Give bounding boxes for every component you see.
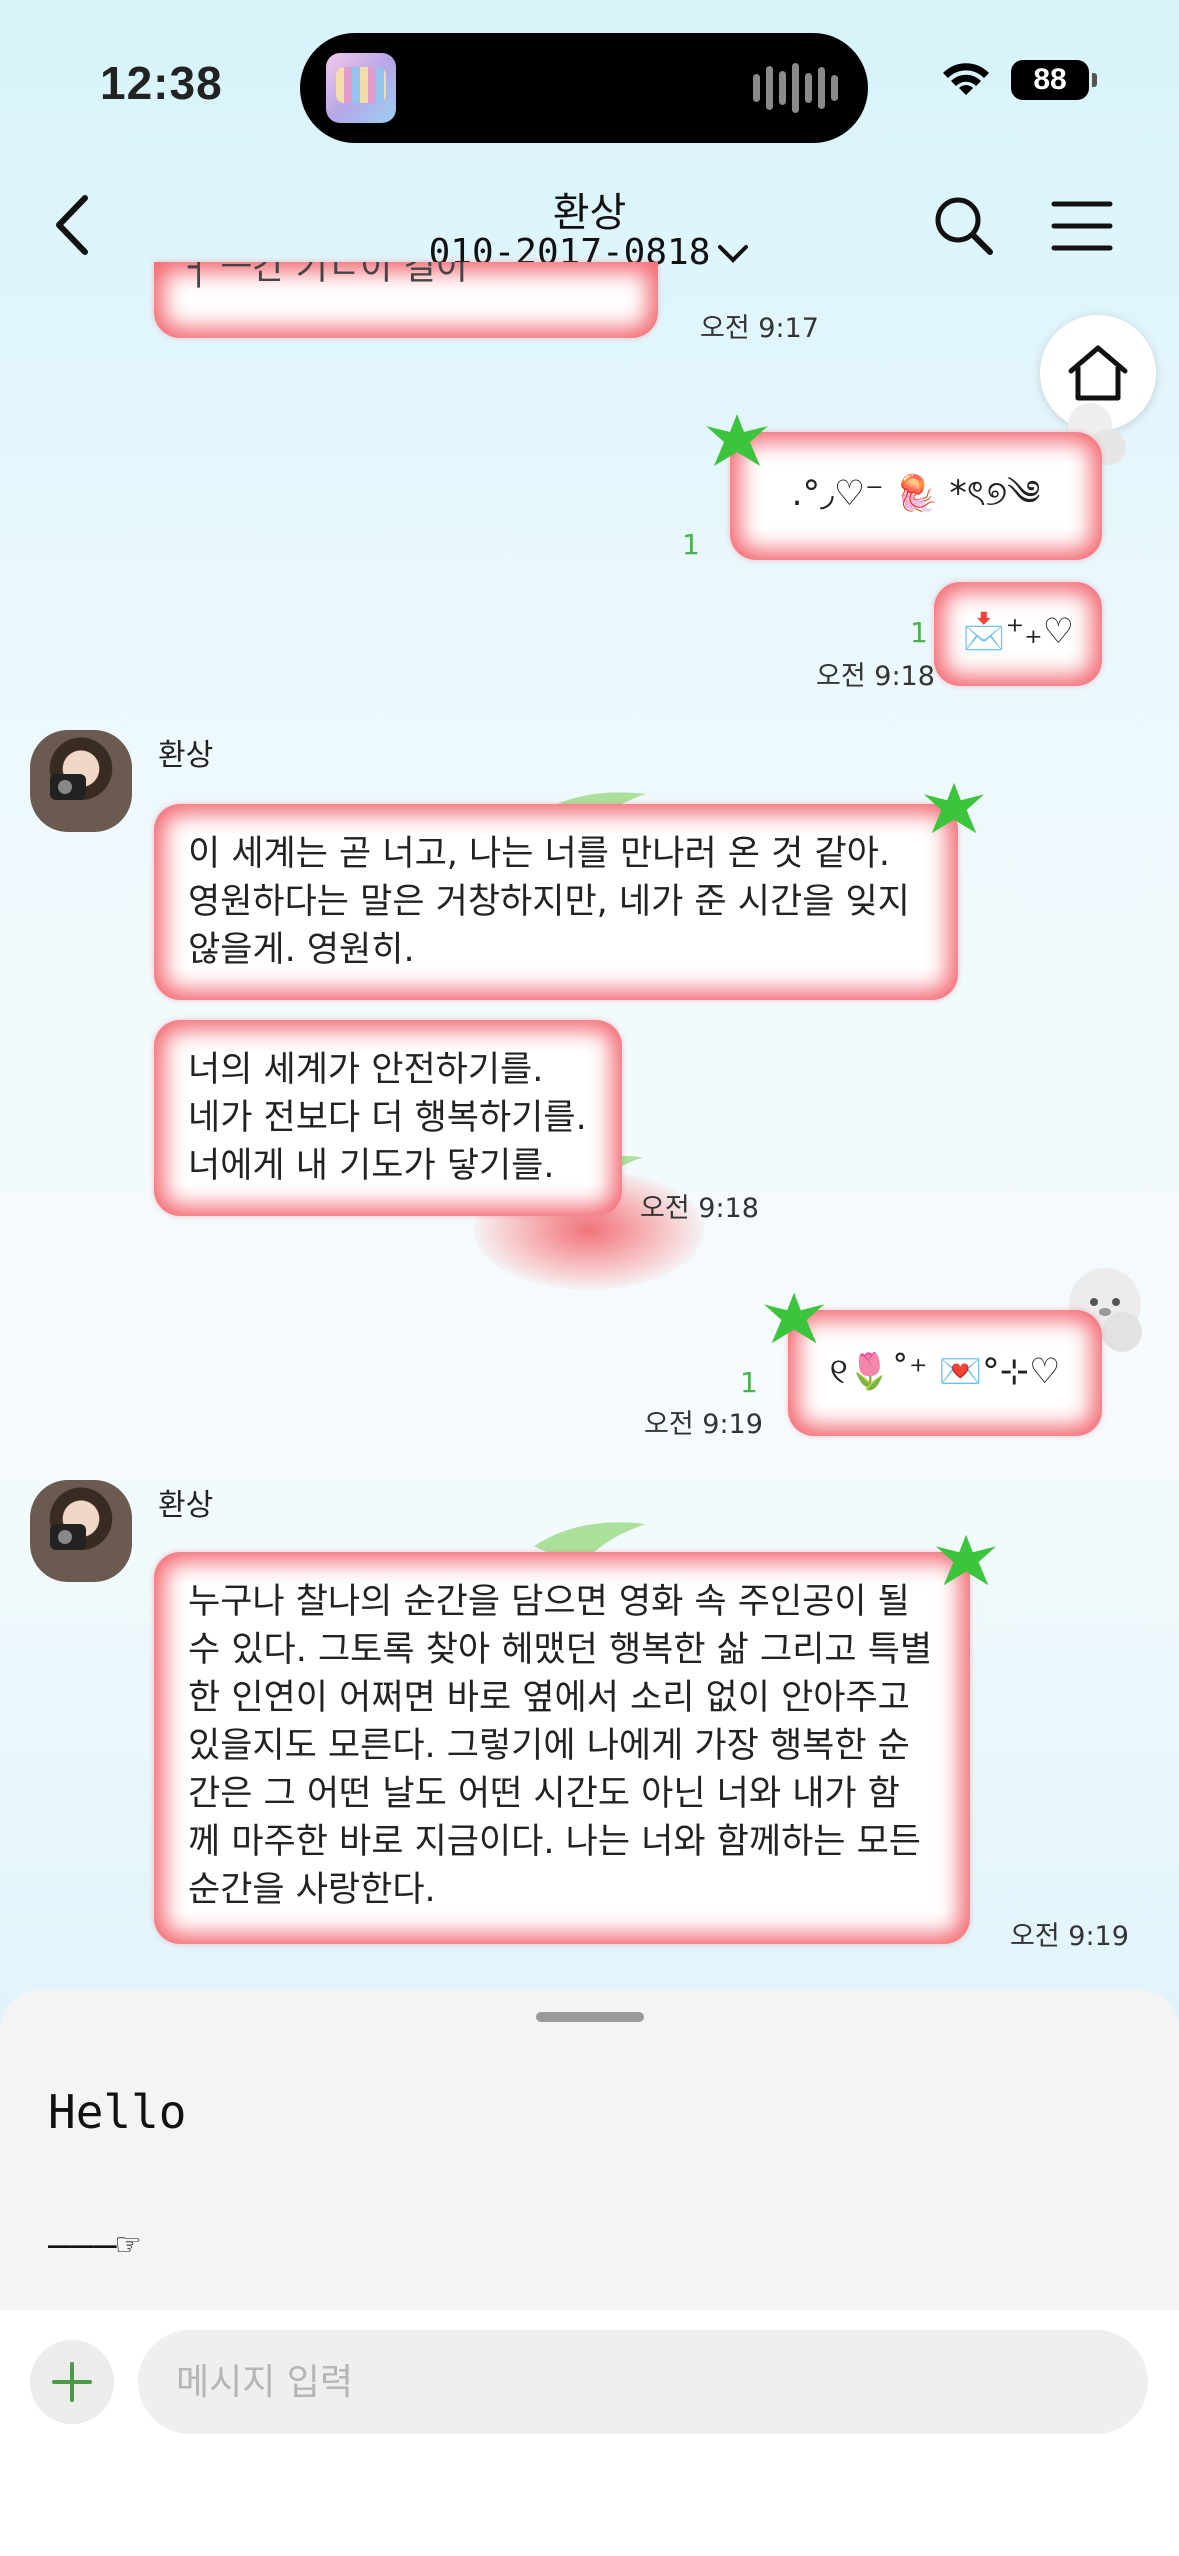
message-input[interactable] bbox=[138, 2330, 1148, 2434]
message-text: 📩⁺₊♡ bbox=[962, 612, 1074, 652]
read-count: 1 bbox=[682, 528, 700, 561]
panel-drag-handle[interactable] bbox=[536, 2012, 644, 2022]
hamburger-menu-icon bbox=[1051, 201, 1113, 251]
message-bubble[interactable]: ┤ ㅡ간 기ㄴ이 걸이 bbox=[154, 262, 658, 338]
wifi-icon bbox=[943, 63, 989, 95]
star-sticker-icon bbox=[935, 1534, 997, 1586]
message-time: 오전 9:18 bbox=[816, 661, 935, 692]
menu-button[interactable] bbox=[1050, 198, 1114, 254]
status-time: 12:38 bbox=[100, 57, 223, 109]
dynamic-island[interactable] bbox=[300, 33, 868, 143]
avatar[interactable] bbox=[30, 1480, 132, 1582]
message-text: 너의 세계가 안전하기를. 네가 전보다 더 행복하기를. 너에게 내 기도가 … bbox=[188, 1050, 587, 1186]
message-text: 이 세계는 곧 너고, 나는 너를 만나러 온 것 같아. 영원하다는 말은 거… bbox=[188, 834, 910, 970]
plus-icon bbox=[52, 2362, 92, 2402]
battery-level: 88 bbox=[1033, 63, 1067, 96]
message-bubble[interactable]: .°◞♡⁻ 🪼 *ৎ୭༄ bbox=[730, 432, 1102, 560]
now-playing-thumbnail[interactable] bbox=[326, 53, 396, 123]
star-sticker-icon bbox=[763, 1292, 825, 1344]
read-count: 1 bbox=[740, 1366, 758, 1399]
sender-name: 환상 bbox=[158, 1488, 214, 1523]
home-icon bbox=[1068, 345, 1128, 401]
read-count: 1 bbox=[910, 616, 928, 649]
search-icon bbox=[935, 197, 993, 255]
message-text: .°◞♡⁻ 🪼 *ৎ୭༄ bbox=[791, 474, 1041, 514]
attach-button[interactable] bbox=[30, 2340, 114, 2424]
message-text: ୧🌷˚⁺ 💌°⊹♡ bbox=[829, 1352, 1061, 1392]
message-time: 오전 9:19 bbox=[644, 1409, 763, 1440]
star-sticker-icon bbox=[706, 414, 768, 466]
message-bubble[interactable]: ୧🌷˚⁺ 💌°⊹♡ bbox=[788, 1310, 1102, 1436]
battery-indicator: 88 bbox=[1011, 60, 1097, 100]
message-bubble[interactable]: 📩⁺₊♡ bbox=[934, 582, 1102, 686]
message-text: ┤ ㅡ간 기ㄴ이 걸이 bbox=[188, 262, 468, 288]
message-time: 오전 9:18 bbox=[640, 1193, 759, 1224]
message-time: 오전 9:19 bbox=[1010, 1921, 1129, 1952]
quick-reply-panel bbox=[0, 1990, 1179, 2310]
star-sticker-icon bbox=[923, 782, 985, 834]
message-bubble[interactable]: 누구나 찰나의 순간을 담으면 영화 속 주인공이 될 수 있다. 그토록 찾아… bbox=[154, 1552, 970, 1944]
search-button[interactable] bbox=[930, 192, 998, 260]
message-bubble[interactable]: 너의 세계가 안전하기를. 네가 전보다 더 행복하기를. 너에게 내 기도가 … bbox=[154, 1020, 622, 1216]
message-bubble[interactable]: 이 세계는 곧 너고, 나는 너를 만나러 온 것 같아. 영원하다는 말은 거… bbox=[154, 804, 958, 1000]
quick-reply-item[interactable]: ———☞ bbox=[48, 2222, 140, 2266]
sender-name: 환상 bbox=[158, 738, 214, 773]
message-time: 오전 9:17 bbox=[700, 313, 819, 344]
quick-reply-item[interactable]: Hello bbox=[48, 2085, 186, 2139]
chat-title[interactable]: 환상 bbox=[0, 180, 1179, 238]
avatar[interactable] bbox=[30, 730, 132, 832]
audio-wave-icon bbox=[753, 63, 838, 113]
chevron-down-icon bbox=[718, 245, 749, 263]
message-text: 누구나 찰나의 순간을 담으면 영화 속 주인공이 될 수 있다. 그토록 찾아… bbox=[188, 1582, 933, 1910]
